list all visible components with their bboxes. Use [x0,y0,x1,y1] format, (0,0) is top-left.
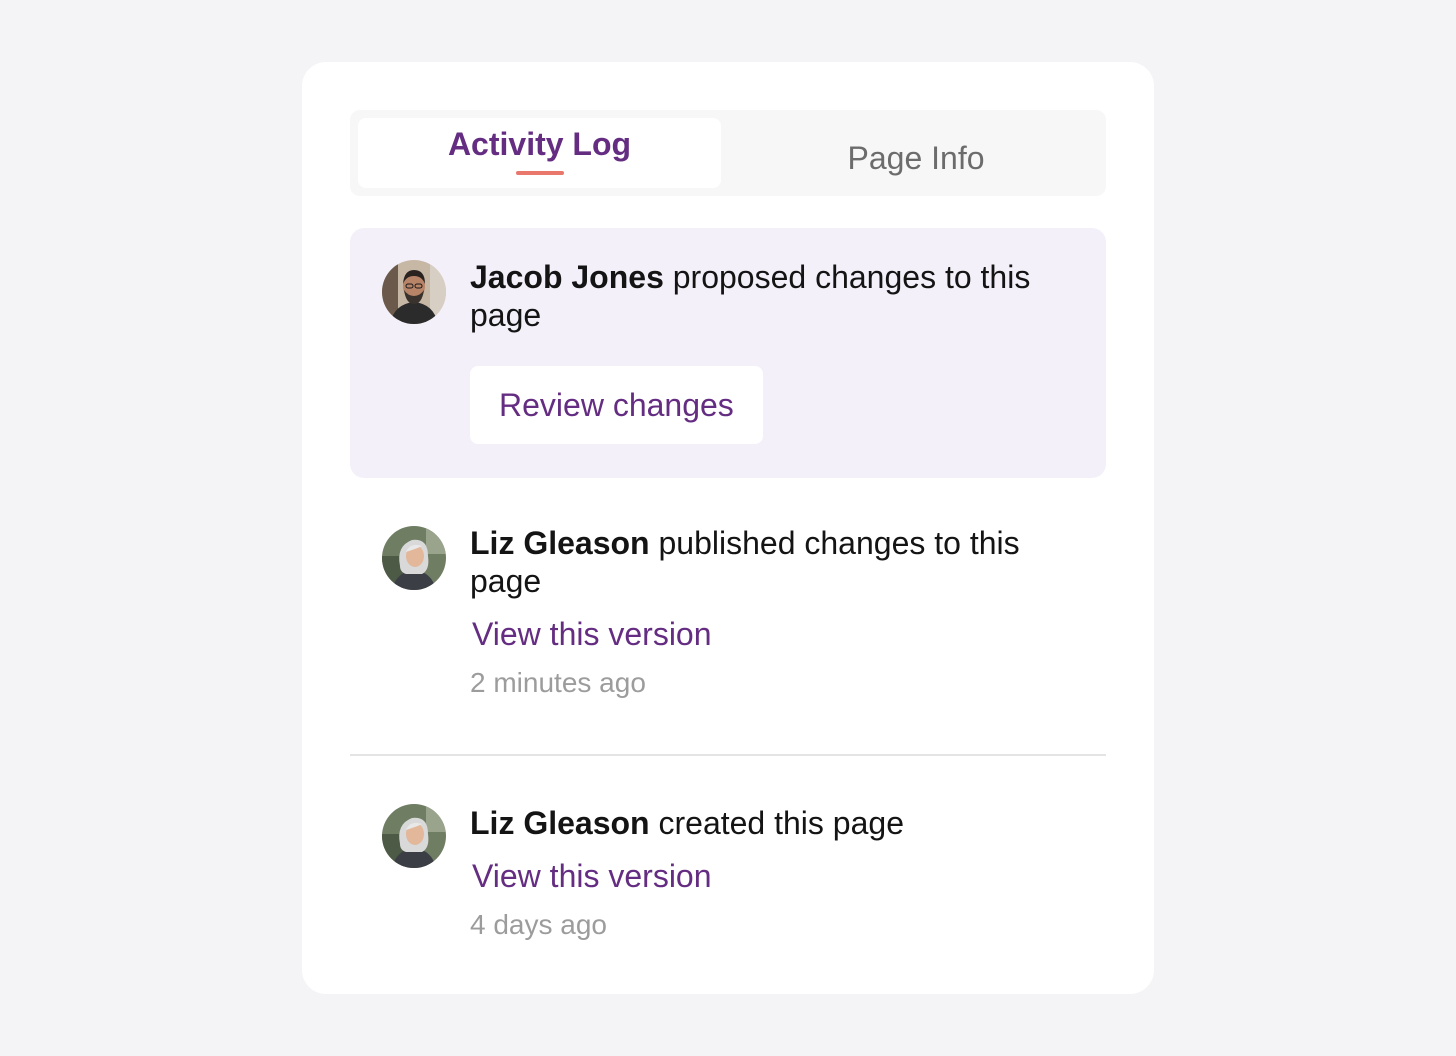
activity-item-body: Liz Gleason created this page View this … [470,804,1076,942]
tab-page-info-label: Page Info [847,139,985,176]
avatar-liz-gleason [382,526,446,590]
tab-activity-log-label: Activity Log [447,125,632,162]
view-version-link[interactable]: View this version [472,856,1076,896]
activity-timestamp: 2 minutes ago [470,667,646,698]
activity-item-body: Liz Gleason published changes to this pa… [470,524,1076,700]
user-avatar-icon [382,526,446,590]
active-tab-indicator [515,170,564,175]
activity-description: Jacob Jones proposed changes to this pag… [470,258,1076,334]
activity-item-body: Jacob Jones proposed changes to this pag… [470,258,1076,444]
tab-activity-log[interactable]: Activity Log [358,118,721,188]
user-name[interactable]: Liz Gleason [470,805,650,841]
avatar-liz-gleason [382,804,446,868]
avatar-jacob-jones [382,260,446,324]
activity-item-published: Liz Gleason published changes to this pa… [350,492,1106,754]
tab-page-info[interactable]: Page Info [726,118,1106,188]
tab-bar: Activity Log Page Info [350,110,1106,196]
activity-action: created this page [649,805,904,841]
activity-divider [350,754,1106,756]
activity-panel: Activity Log Page Info Jacob Jones propo… [302,62,1154,994]
user-name[interactable]: Jacob Jones [470,259,664,295]
activity-item-proposed: Jacob Jones proposed changes to this pag… [350,228,1106,478]
user-avatar-icon [382,260,446,324]
view-version-link[interactable]: View this version [472,614,1076,654]
activity-item-created: Liz Gleason created this page View this … [350,772,1106,994]
user-name[interactable]: Liz Gleason [470,525,650,561]
user-avatar-icon [382,804,446,868]
review-changes-button[interactable]: Review changes [470,366,763,444]
activity-description: Liz Gleason published changes to this pa… [470,524,1076,600]
activity-description: Liz Gleason created this page [470,804,1076,842]
activity-timestamp: 4 days ago [470,909,607,940]
